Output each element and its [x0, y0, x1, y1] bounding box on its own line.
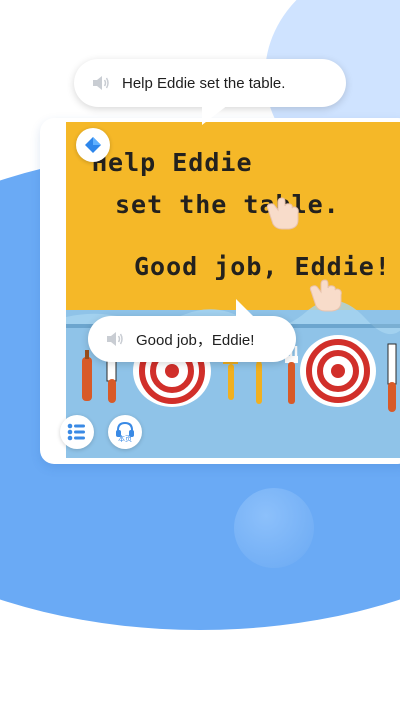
- speech-bubble-top[interactable]: Help Eddie set the table.: [74, 59, 346, 125]
- speech-bubble-top-tail: [202, 105, 228, 125]
- speaker-icon: [107, 332, 123, 346]
- background-ball: [234, 488, 314, 568]
- headphone-icon: [116, 421, 134, 437]
- plate-right: [300, 335, 376, 407]
- menu-button[interactable]: [60, 415, 94, 449]
- blue-diamond-icon: [85, 137, 101, 153]
- pointing-hand-icon: [309, 279, 342, 312]
- speech-bubble-bottom-tail: [236, 299, 254, 317]
- story-caption-line-2: set the table.: [115, 190, 340, 219]
- page-audio-label: 本页: [118, 436, 132, 443]
- speech-bubble-top-text: Help Eddie set the table.: [122, 74, 286, 92]
- blue-diamond-button[interactable]: [76, 128, 110, 162]
- story-caption-line-1: Help Eddie: [92, 148, 253, 177]
- speaker-icon: [93, 76, 109, 90]
- speech-bubble-bottom[interactable]: Good job，Eddie!: [88, 299, 296, 362]
- page-audio-button[interactable]: 本页: [108, 415, 142, 449]
- story-caption-line-3: Good job, Eddie!: [134, 252, 391, 281]
- speech-bubble-bottom-text: Good job，Eddie!: [136, 331, 255, 349]
- pointing-hand-icon: [266, 197, 299, 230]
- list-menu-icon: [67, 423, 85, 441]
- story-illustration[interactable]: Help Eddie set the table. Good job, Eddi…: [66, 122, 400, 458]
